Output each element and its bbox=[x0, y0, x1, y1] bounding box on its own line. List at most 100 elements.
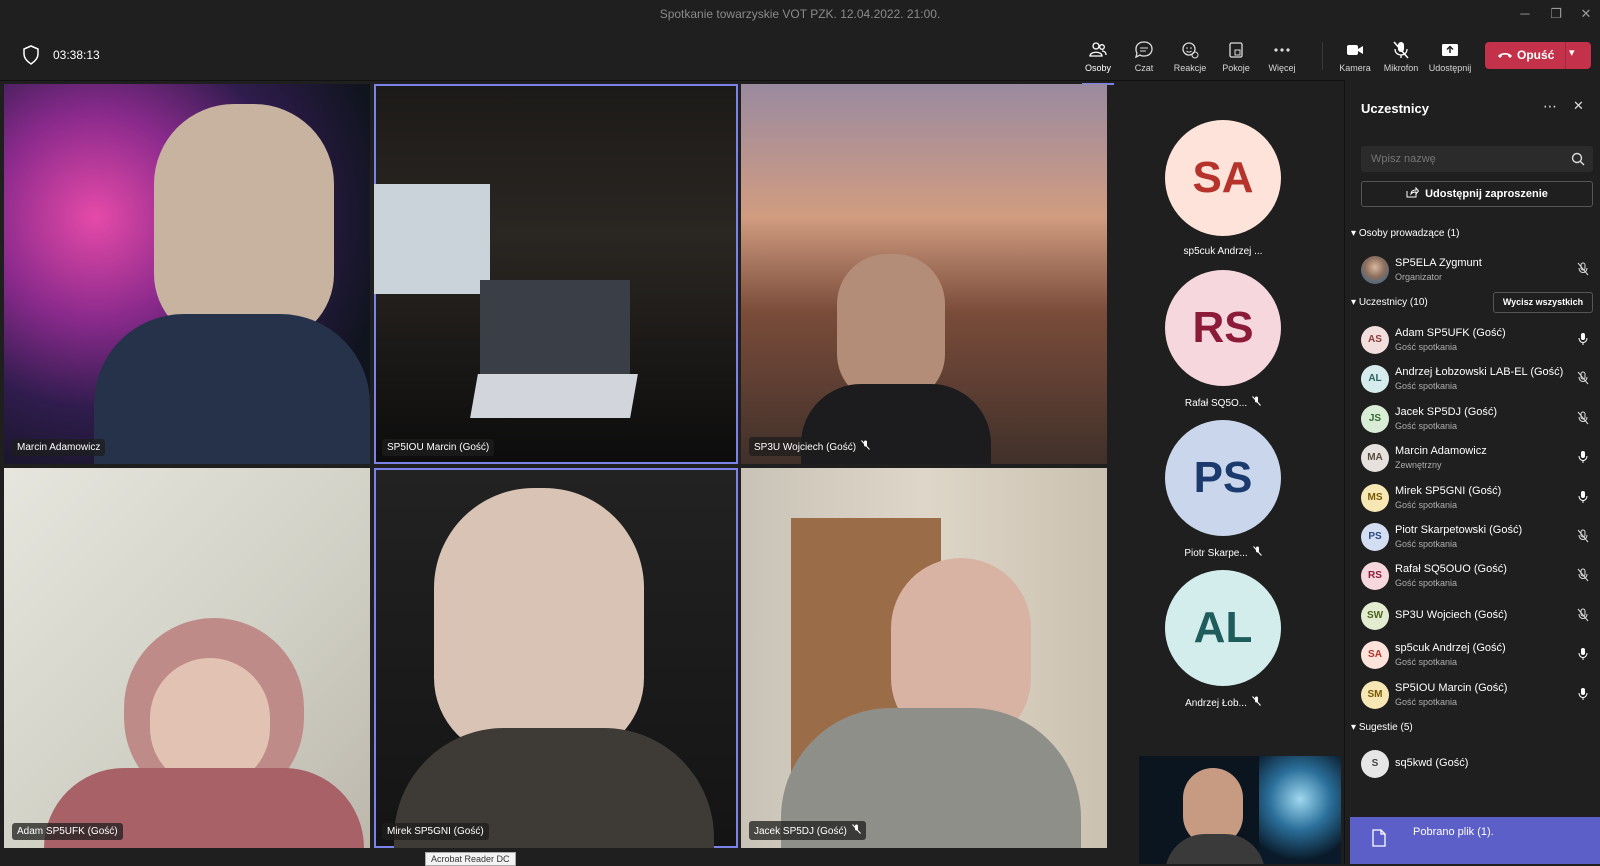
avatar-caption: Andrzej Łob... bbox=[1138, 696, 1308, 709]
video-tile-5[interactable]: Mirek SP5GNI (Gość) bbox=[374, 468, 738, 848]
list-item[interactable]: SA sp5cuk Andrzej (Gość) Gość spotkania bbox=[1361, 637, 1597, 673]
microphone-off-icon bbox=[1251, 696, 1261, 706]
list-item[interactable]: PS Piotr Skarpetowski (Gość) Gość spotkani… bbox=[1361, 519, 1597, 555]
participant-body bbox=[94, 314, 370, 464]
participant-name-label: Jacek SP5DJ (Gość) bbox=[749, 821, 866, 840]
meeting-toolbar: 03:38:13 Osoby Czat Reakcje Pokoje Więce… bbox=[0, 28, 1600, 85]
rooms-button[interactable]: Pokoje bbox=[1214, 40, 1258, 73]
microphone-off-icon[interactable] bbox=[1577, 262, 1589, 276]
list-item[interactable]: MS Mirek SP5GNI (Gość) Gość spotkania bbox=[1361, 480, 1597, 516]
participant-name: Marcin Adamowicz bbox=[1395, 445, 1487, 458]
toolbar-divider bbox=[1322, 42, 1323, 70]
suggestions-section-header[interactable]: ▾ Sugestie (5) bbox=[1351, 722, 1413, 733]
mute-all-button[interactable]: Wycisz wszystkich bbox=[1493, 292, 1593, 313]
share-button[interactable]: Udostępnij bbox=[1428, 40, 1472, 73]
microphone-icon[interactable] bbox=[1577, 687, 1589, 701]
participant-name: sp5cuk Andrzej (Gość) bbox=[1395, 642, 1506, 655]
list-item[interactable]: SP5ELA Zygmunt Organizator bbox=[1361, 252, 1597, 288]
chevron-down-icon[interactable]: ▾ bbox=[1569, 46, 1575, 59]
microphone-label: Mikrofon bbox=[1383, 63, 1419, 73]
participant-name: SP5ELA Zygmunt bbox=[1395, 257, 1482, 269]
avatar: AL bbox=[1165, 570, 1281, 686]
avatar bbox=[1361, 256, 1389, 284]
list-item[interactable]: MA Marcin Adamowicz Zewnętrzny bbox=[1361, 440, 1597, 476]
maximize-icon[interactable]: ❐ bbox=[1548, 6, 1564, 22]
list-item[interactable]: RS Rafał SQ5OUO (Gość) Gość spotkania bbox=[1361, 558, 1597, 594]
avatar: RS bbox=[1361, 562, 1389, 591]
chat-button[interactable]: Czat bbox=[1122, 40, 1166, 73]
microphone-icon[interactable] bbox=[1577, 450, 1589, 464]
video-tile-2[interactable]: SP5IOU Marcin (Gość) bbox=[374, 84, 738, 464]
download-toast[interactable]: Pobrano plik (1). bbox=[1350, 817, 1600, 864]
video-tile-1[interactable]: Marcin Adamowicz bbox=[4, 84, 370, 464]
list-item[interactable]: AL Andrzej Łobzowski LAB-EL (Gość) Gość sp… bbox=[1361, 361, 1597, 397]
suggestions-label: Sugestie (5) bbox=[1358, 722, 1413, 733]
share-invite-button[interactable]: Udostępnij zaproszenie bbox=[1361, 181, 1593, 207]
microphone-button[interactable]: Mikrofon bbox=[1379, 40, 1423, 73]
avatar: AS bbox=[1361, 326, 1389, 354]
video-tile-4[interactable]: Adam SP5UFK (Gość) bbox=[4, 468, 370, 848]
microphone-icon[interactable] bbox=[1577, 332, 1589, 346]
leave-text: Opuść bbox=[1517, 48, 1555, 62]
avatar-tile-3[interactable]: PS Piotr Skarpe... bbox=[1138, 420, 1308, 559]
participant-name: Andrzej Łobzowski LAB-EL (Gość) bbox=[1395, 366, 1564, 379]
attendees-section-header[interactable]: ▾ Uczestnicy (10) bbox=[1351, 297, 1428, 308]
search-input[interactable] bbox=[1361, 146, 1581, 172]
presenters-section-header[interactable]: ▾ Osoby prowadzące (1) bbox=[1351, 228, 1459, 239]
more-options-icon[interactable]: ⋯ bbox=[1543, 98, 1557, 115]
avatar: RS bbox=[1165, 270, 1281, 386]
shield-icon bbox=[23, 45, 39, 65]
close-window-icon[interactable]: ✕ bbox=[1578, 6, 1594, 22]
microphone-icon[interactable] bbox=[1577, 647, 1589, 661]
list-item[interactable]: SW SP3U Wojciech (Gość) bbox=[1361, 598, 1597, 634]
participant-name-label: Mirek SP5GNI (Gość) bbox=[382, 823, 489, 840]
avatar-tile-1[interactable]: SA sp5cuk Andrzej ... bbox=[1138, 120, 1308, 257]
list-item[interactable]: S sq5kwd (Gość) bbox=[1361, 746, 1597, 782]
microphone-off-icon[interactable] bbox=[1577, 568, 1589, 582]
microphone-off-icon[interactable] bbox=[1577, 529, 1589, 543]
participant-name: SP3U Wojciech (Gość) bbox=[1395, 608, 1508, 621]
rooms-label: Pokoje bbox=[1222, 63, 1250, 73]
participant-role: Gość spotkania bbox=[1395, 539, 1458, 549]
participant-role: Gość spotkania bbox=[1395, 696, 1458, 707]
microphone-off-icon[interactable] bbox=[1577, 608, 1589, 622]
avatar-tile-2[interactable]: RS Rafał SQ5O... bbox=[1138, 270, 1308, 409]
avatar: MA bbox=[1361, 444, 1389, 473]
microphone-icon[interactable] bbox=[1577, 490, 1589, 504]
list-item[interactable]: SM SP5IOU Marcin (Gość) Gość spotkania bbox=[1361, 677, 1597, 713]
microphone-off-icon bbox=[851, 824, 861, 834]
avatar-caption: sp5cuk Andrzej ... bbox=[1183, 246, 1263, 257]
people-button[interactable]: Osoby bbox=[1076, 40, 1120, 85]
avatar: PS bbox=[1361, 523, 1389, 551]
more-button[interactable]: Więcej bbox=[1260, 40, 1304, 73]
microphone-off-icon[interactable] bbox=[1577, 371, 1589, 385]
list-item[interactable]: JS Jacek SP5DJ (Gość) Gość spotkania bbox=[1361, 401, 1597, 437]
avatar-caption-text: Piotr Skarpe... bbox=[1184, 548, 1248, 559]
phone-hangup-icon bbox=[1498, 53, 1512, 58]
more-label: Więcej bbox=[1268, 63, 1296, 73]
participant-role: Zewnętrzny bbox=[1395, 460, 1442, 471]
participant-video bbox=[154, 104, 334, 344]
close-panel-icon[interactable]: ✕ bbox=[1573, 98, 1584, 114]
avatar: SA bbox=[1165, 120, 1281, 236]
self-view-video[interactable] bbox=[1139, 756, 1341, 864]
camera-label: Kamera bbox=[1339, 63, 1371, 73]
avatar: SW bbox=[1361, 601, 1389, 630]
video-tile-3[interactable]: SP3U Wojciech (Gość) bbox=[741, 84, 1107, 464]
list-item[interactable]: AS Adam SP5UFK (Gość) Gość spotkania bbox=[1361, 322, 1597, 358]
people-label: Osoby bbox=[1084, 63, 1111, 73]
microphone-off-icon bbox=[1393, 41, 1409, 59]
avatar-tile-4[interactable]: AL Andrzej Łob... bbox=[1138, 570, 1308, 709]
reactions-label: Reakcje bbox=[1173, 63, 1207, 73]
microphone-off-icon[interactable] bbox=[1577, 411, 1589, 425]
search-icon[interactable] bbox=[1571, 152, 1585, 166]
microphone-off-icon bbox=[1252, 546, 1262, 556]
chat-label: Czat bbox=[1134, 63, 1154, 73]
minimize-icon[interactable]: ─ bbox=[1517, 6, 1533, 22]
video-tile-6[interactable]: Jacek SP5DJ (Gość) bbox=[741, 468, 1107, 848]
camera-button[interactable]: Kamera bbox=[1333, 40, 1377, 73]
participant-role: Gość spotkania bbox=[1395, 578, 1458, 589]
search-box[interactable] bbox=[1361, 146, 1593, 172]
reactions-button[interactable]: Reakcje bbox=[1168, 40, 1212, 73]
leave-button[interactable]: Opuść ▾ bbox=[1485, 42, 1591, 69]
